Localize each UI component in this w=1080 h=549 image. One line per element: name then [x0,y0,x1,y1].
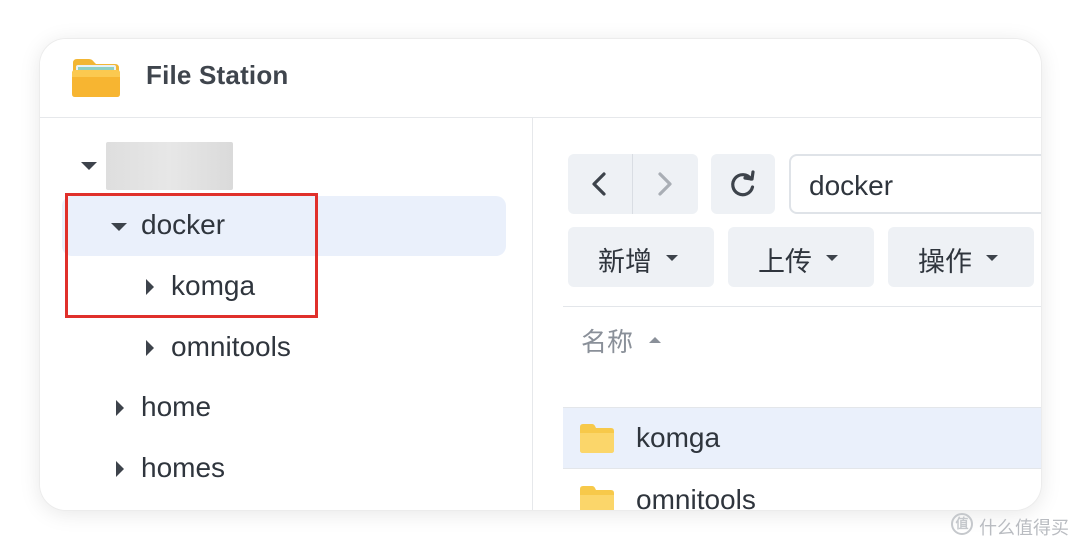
column-header-label: 名称 [581,327,634,357]
folder-tree-sidebar: docker komga omnitools home homes [40,118,533,510]
action-button[interactable]: 操作 [888,227,1034,287]
tree-root-item[interactable] [40,136,500,196]
file-browser-main: docker 新增 上传 操作 名称 komga omnitools [533,118,1041,510]
file-station-app-icon [72,59,120,97]
create-label: 新增 [598,247,652,277]
upload-label: 上传 [758,247,812,277]
back-button[interactable] [590,171,608,197]
caret-right-icon[interactable] [146,340,154,356]
sidebar-item-label: omnitools [171,331,291,362]
site-watermark: 值 什么值得买 [951,513,1071,541]
file-name: komga [636,422,721,453]
refresh-button[interactable] [711,154,775,214]
chevron-down-icon [986,255,998,261]
sidebar-item-homes[interactable]: homes [40,439,506,499]
root-volume-label-blurred [106,142,233,190]
sidebar-item-home[interactable]: home [40,378,506,438]
sidebar-item-label: home [141,391,212,422]
folder-icon [580,424,614,453]
caret-right-icon[interactable] [116,400,124,416]
upload-button[interactable]: 上传 [728,227,874,287]
title-bar: File Station [40,39,1041,118]
folder-icon [580,486,614,510]
path-text: docker [809,170,894,201]
app-title: File Station [146,60,289,90]
nav-divider [632,154,633,214]
chevron-down-icon [666,255,678,261]
caret-right-icon[interactable] [116,461,124,477]
list-item[interactable]: omnitools [563,470,1041,510]
watermark-text: 什么值得买 [979,518,1069,538]
name-column-header[interactable]: 名称 [563,306,1041,367]
file-station-window: File Station docker komga omnitools home… [40,39,1041,510]
create-button[interactable]: 新增 [568,227,714,287]
refresh-icon [731,170,755,197]
caret-down-icon[interactable] [81,162,97,170]
red-annotation-box [65,193,318,318]
list-item[interactable]: komga [563,407,1041,469]
history-nav-group [568,154,698,214]
chevron-down-icon [826,255,838,261]
sidebar-item-omnitools[interactable]: omnitools [40,318,506,378]
forward-button[interactable] [656,171,674,197]
sort-ascending-icon [649,337,661,343]
sidebar-item-label: homes [141,452,226,483]
action-label: 操作 [918,247,972,277]
watermark-logo-icon: 值 [951,513,973,535]
path-input[interactable]: docker [789,154,1041,214]
file-name: omnitools [636,484,756,510]
